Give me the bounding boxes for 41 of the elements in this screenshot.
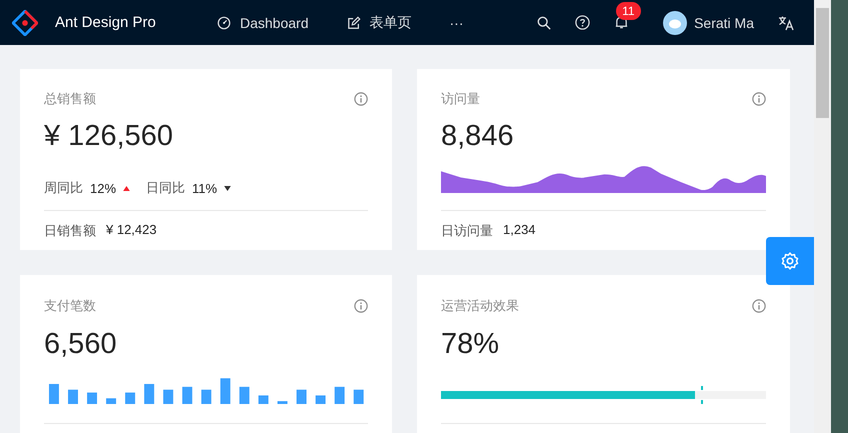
edit-icon	[346, 16, 360, 30]
user-menu[interactable]: Serati Ma	[663, 10, 754, 34]
down-triangle-icon	[224, 186, 232, 190]
scrollbar-thumb[interactable]	[816, 8, 829, 118]
settings-icon	[780, 251, 800, 271]
stat-value: 78%	[441, 327, 500, 362]
menu-item[interactable]: ···	[450, 14, 464, 32]
trend-label: 周同比	[44, 179, 83, 197]
help-icon[interactable]	[575, 15, 590, 30]
footer-label: 日销售额	[44, 222, 96, 240]
trend-value: 11%	[192, 180, 218, 196]
info-icon[interactable]	[354, 299, 368, 313]
stat-value: ¥ 126,560	[44, 118, 174, 154]
stat-value: 6,560	[44, 327, 118, 362]
app-title: Ant Design Pro	[55, 14, 157, 31]
trend-label: 日同比	[146, 179, 186, 197]
card-title: 总销售额	[44, 90, 96, 108]
search-icon[interactable]	[537, 16, 552, 30]
trend-value: 12%	[90, 180, 116, 196]
info-icon[interactable]	[752, 299, 766, 313]
notification-bell-icon[interactable]	[614, 15, 630, 30]
translate-icon[interactable]	[778, 14, 794, 30]
logo-icon	[12, 10, 38, 36]
footer-value: 1,234	[503, 222, 536, 239]
footer-label: 日访问量	[441, 222, 493, 240]
settings-button[interactable]	[766, 237, 814, 285]
dashboard-icon	[217, 16, 231, 30]
info-icon[interactable]	[752, 92, 766, 106]
footer-value: ¥ 12,423	[106, 222, 157, 239]
notification-count: 11	[616, 2, 641, 20]
card-title: 运营活动效果	[441, 297, 519, 315]
target-marker	[701, 386, 703, 404]
stat-value: 8,846	[441, 118, 515, 154]
scrollbar[interactable]	[814, 0, 831, 433]
menu-item[interactable]: Dashboard	[217, 14, 308, 32]
card-title: 支付笔数	[44, 297, 96, 315]
up-triangle-icon	[123, 186, 130, 190]
card-title: 访问量	[441, 90, 480, 108]
menu-item[interactable]: 表单页	[346, 14, 412, 32]
avatar-icon	[663, 10, 688, 34]
info-icon[interactable]	[354, 92, 368, 106]
